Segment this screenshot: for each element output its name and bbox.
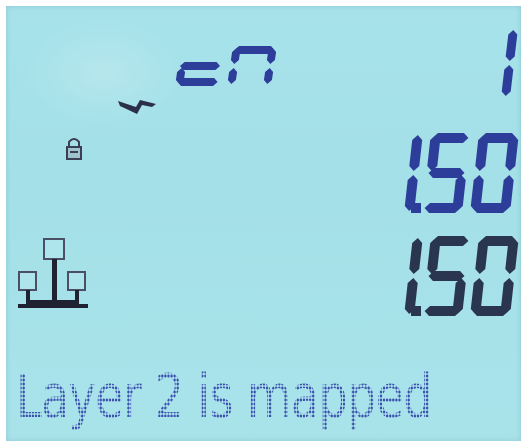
lightning-icon [118,100,156,114]
mode-label-digit-0 [175,62,220,86]
value-1-decimal-point [411,203,421,213]
segment-g [180,62,220,70]
value-1-digit-0 [404,135,423,211]
value-1-digit-2 [470,133,519,213]
segment-c [501,65,514,96]
segment-f [427,135,441,171]
top-value-digit-0 [501,30,518,96]
segment-e [227,68,238,84]
status-message: Layer 2 is mapped [16,362,433,432]
lcd-display: Layer 2 is mapped [6,6,521,441]
segment-g [428,168,465,178]
segment-b [409,135,423,171]
mode-label-digit-1 [227,46,277,84]
segment-b [505,30,518,61]
segment-d [424,306,461,316]
segment-f [230,48,241,64]
segment-g [428,271,465,281]
segment-f [427,238,441,274]
segment-d [424,203,461,213]
value-2-digit-2 [470,236,519,316]
value-2-digit-0 [404,238,423,314]
segment-f [475,135,489,171]
value-1-digit-1 [424,133,469,213]
segment-f [475,238,489,274]
segment-b [409,238,423,274]
value-2-decimal-point [411,306,421,316]
value-2-digit-1 [424,236,469,316]
network-tree-icon [18,238,88,308]
segment-c [263,68,274,84]
lock-icon [66,138,82,160]
